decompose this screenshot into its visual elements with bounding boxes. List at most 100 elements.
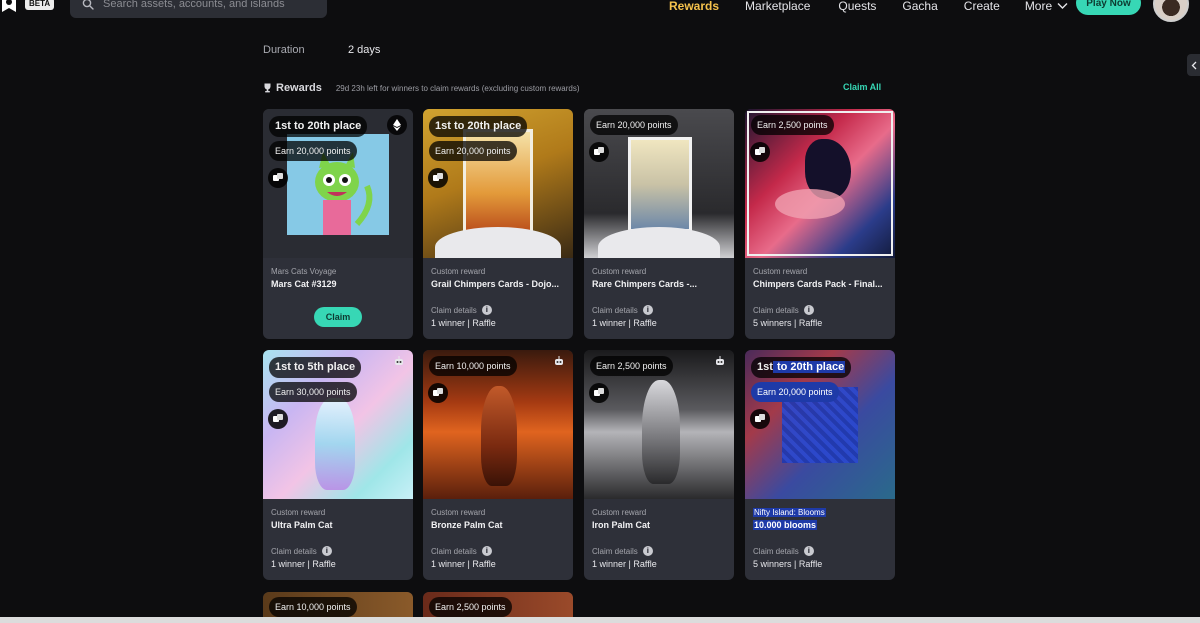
points-badge: Earn 2,500 points [751,115,834,135]
reward-image: Earn 10,000 points [423,350,573,499]
claim-details[interactable]: Claim details i [753,305,887,315]
claim-details[interactable]: Claim details i [431,546,565,556]
reward-image: 1st to 20th place Earn 20,000 points [263,109,413,258]
rewards-claim-deadline: 29d 23h left for winners to claim reward… [335,83,580,93]
reward-collection: Nifty Island: Blooms [753,508,887,517]
winners-info: 5 winners | Raffle [753,559,823,569]
reward-info: Custom reward Grail Chimpers Cards - Doj… [423,258,573,339]
nav-rewards[interactable]: Rewards [669,0,719,13]
place-prefix: 1st [757,361,773,373]
reward-image: Earn 2,500 points [584,350,734,499]
reward-info: Custom reward Chimpers Cards Pack - Fina… [745,258,895,339]
points-badge: Earn 30,000 points [269,382,357,402]
points-badge: Earn 20,000 points [429,141,517,161]
reward-collection-text: Nifty Island: Blooms [753,508,826,517]
reward-image: Earn 2,500 points [745,109,895,258]
points-badge: Earn 2,500 points [429,597,512,617]
reward-name: Rare Chimpers Cards -... [592,279,698,289]
info-icon[interactable]: i [803,546,814,556]
reward-card[interactable]: 1st to 20th place Earn 20,000 points Nif… [745,350,895,580]
reward-name: Bronze Palm Cat [431,520,503,530]
dice-icon [750,142,770,162]
nifty-island-logo-icon[interactable] [0,0,18,14]
reward-image: Earn 20,000 points [584,109,734,258]
claim-all-button[interactable]: Claim All [843,82,881,92]
reward-collection: Mars Cats Voyage [271,267,337,276]
reward-card[interactable]: Earn 10,000 points Custom reward Bronze … [423,350,573,580]
nav-more[interactable]: More [1025,0,1068,13]
search-icon [82,0,94,10]
points-badge: Earn 20,000 points [751,382,839,402]
reward-card[interactable]: Earn 20,000 points Custom reward Rare Ch… [584,109,734,339]
info-icon[interactable]: i [642,546,653,556]
robot-icon [389,352,409,372]
dice-icon [268,168,288,188]
reward-type: Custom reward [431,267,486,276]
reward-info: Nifty Island: Blooms 10.000 blooms Claim… [745,499,895,580]
dice-icon [589,383,609,403]
claim-details[interactable]: Claim details i [592,546,726,556]
search-bar[interactable] [70,0,327,18]
claim-details-label: Claim details [271,546,317,556]
winners-info: 1 winner | Raffle [592,559,657,569]
reward-name: Chimpers Cards Pack - Final... [753,279,883,289]
winners-info: 1 winner | Raffle [592,318,657,328]
reward-image: 1st to 5th place Earn 30,000 points [263,350,413,499]
claim-details-label: Claim details [753,546,799,556]
claim-details[interactable]: Claim details i [592,305,726,315]
points-badge: Earn 10,000 points [429,356,517,376]
nav-quests[interactable]: Quests [838,0,876,13]
os-taskbar [0,617,1200,623]
trophy-icon [264,83,271,93]
reward-card[interactable]: Earn 2,500 points Custom reward Chimpers… [745,109,895,339]
reward-image: 1st to 20th place Earn 20,000 points [745,350,895,499]
reward-card[interactable]: 1st to 20th place Earn 20,000 points Cus… [423,109,573,339]
reward-card[interactable]: 1st to 5th place Earn 30,000 points Cust… [263,350,413,580]
nav-gacha[interactable]: Gacha [902,0,937,13]
play-now-button[interactable]: Play Now [1076,0,1141,15]
claim-button[interactable]: Claim [314,307,362,327]
sidebar-toggle[interactable] [1187,54,1200,76]
reward-name-text: 10.000 blooms [753,520,818,530]
search-input[interactable] [103,0,313,10]
dice-icon [589,142,609,162]
reward-name: Iron Palm Cat [592,520,651,530]
info-icon[interactable]: i [803,305,814,315]
rewards-header: Rewards 29d 23h left for winners to clai… [263,82,580,94]
reward-info: Custom reward Iron Palm Cat Claim detail… [584,499,734,580]
claim-details-label: Claim details [431,546,477,556]
winners-info: 5 winners | Raffle [753,318,823,328]
points-badge: Earn 10,000 points [269,597,357,617]
place-badge: 1st to 20th place [269,116,368,137]
reward-type: Custom reward [431,508,486,517]
info-icon[interactable]: i [321,546,332,556]
claim-details[interactable]: Claim details i [431,305,565,315]
robot-icon [549,352,569,372]
reward-info: Custom reward Rare Chimpers Cards -... C… [584,258,734,339]
claim-details[interactable]: Claim details i [271,546,405,556]
nav-marketplace[interactable]: Marketplace [745,0,810,13]
info-icon[interactable]: i [481,305,492,315]
points-badge: Earn 2,500 points [590,356,673,376]
reward-name: Ultra Palm Cat [271,520,333,530]
place-badge: 1st to 5th place [269,357,362,378]
ethereum-icon [387,115,407,135]
nav-create[interactable]: Create [964,0,1000,13]
points-badge: Earn 20,000 points [590,115,678,135]
claim-details[interactable]: Claim details i [753,546,887,556]
reward-card[interactable]: 1st to 20th place Earn 20,000 points Mar… [263,109,413,339]
reward-name: 10.000 blooms [753,520,887,530]
avatar[interactable] [1153,0,1189,22]
beta-badge: BETA [25,0,55,10]
dice-icon [750,409,770,429]
reward-card[interactable]: Earn 2,500 points Custom reward Iron Pal… [584,350,734,580]
duration-value: 2 days [348,44,381,56]
place-badge: 1st to 20th place [751,357,852,378]
info-icon[interactable]: i [481,546,492,556]
winners-info: 1 winner | Raffle [271,559,336,569]
duration-label: Duration [263,44,305,56]
reward-type: Custom reward [592,267,647,276]
info-icon[interactable]: i [642,305,653,315]
chevron-down-icon [1057,3,1068,9]
winners-info: 1 winner | Raffle [431,559,496,569]
